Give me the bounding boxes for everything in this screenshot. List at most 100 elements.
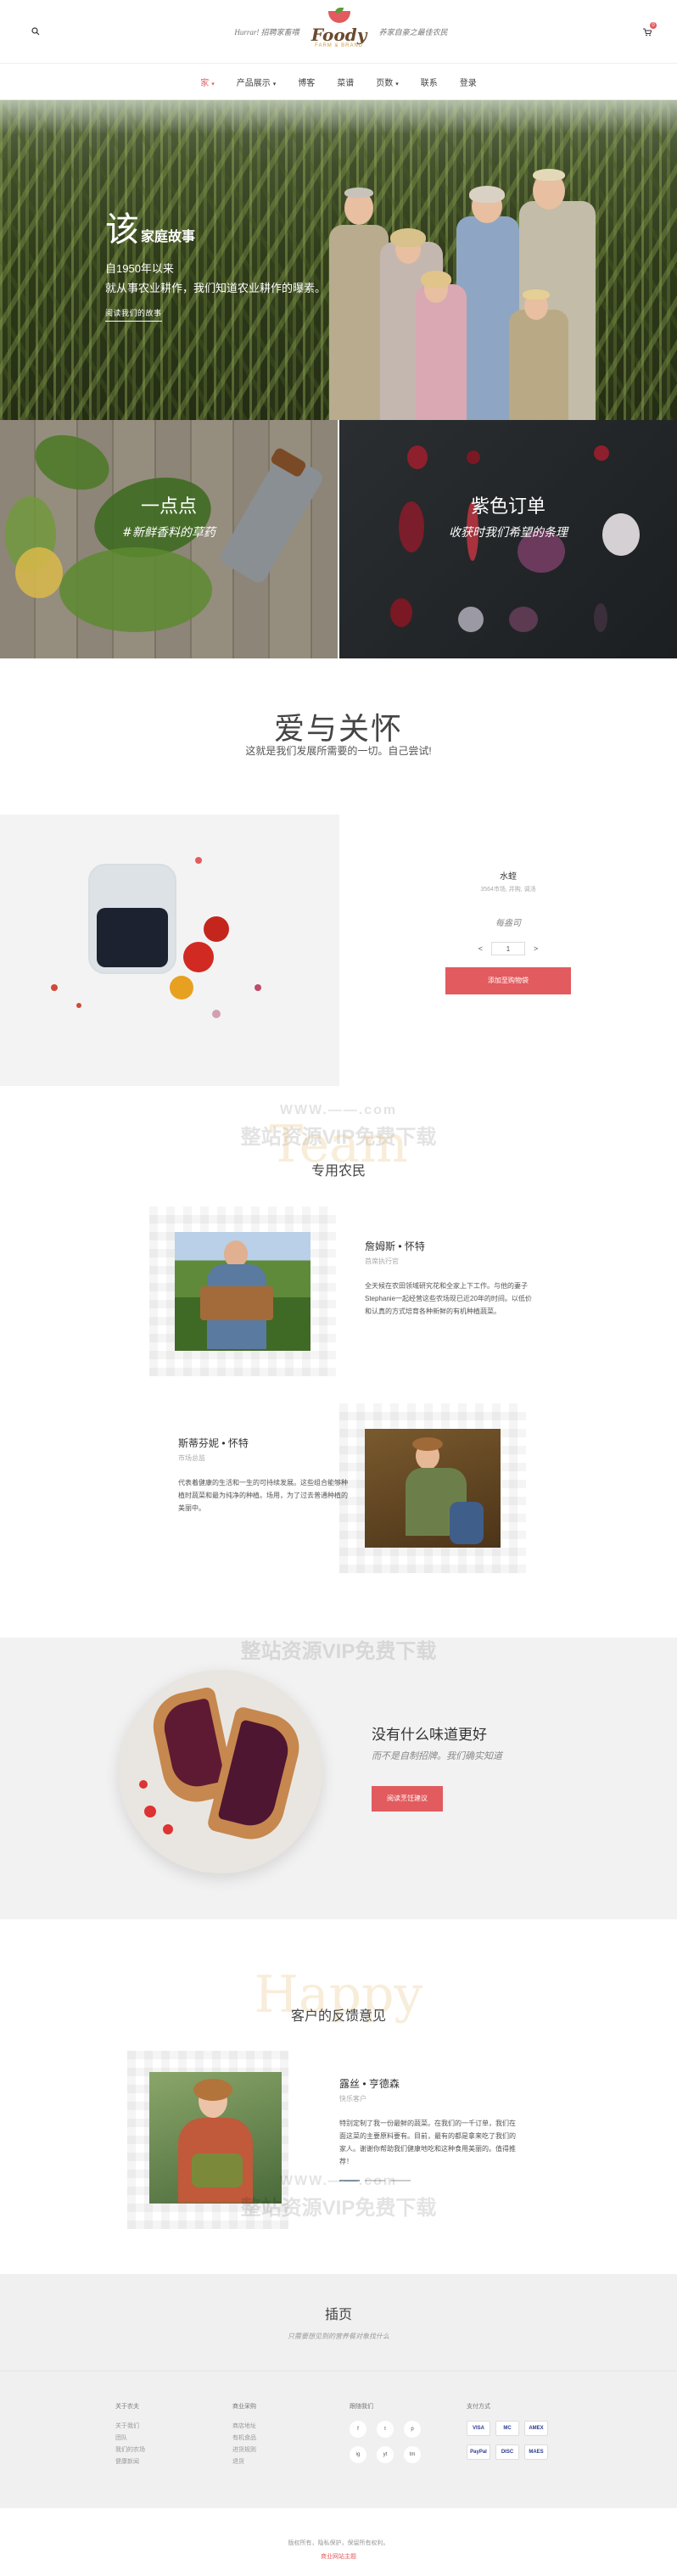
footer-link[interactable]: 我们的农场 xyxy=(115,2444,232,2456)
testimonial-pager xyxy=(339,2180,518,2181)
product-info: 水蛭 3564市场, 并购, 调汤 每盎司 < 1 > 添加至购物袋 xyxy=(339,815,677,1086)
hero-title: 家庭故事 xyxy=(141,230,196,244)
herbs-panel-title: 一点点 xyxy=(140,496,197,517)
member-card xyxy=(149,1207,336,1376)
search-icon[interactable] xyxy=(27,23,44,40)
footer-link[interactable]: 健康新闻 xyxy=(115,2456,232,2468)
nav-item-home[interactable]: 家 ▾ xyxy=(200,76,215,88)
footer-col-social: 跟随我们 f t p ig yt tm xyxy=(350,2402,467,2508)
testimonial-photo-frame xyxy=(127,2051,288,2229)
nav-item-login[interactable]: 登录 xyxy=(460,76,477,88)
tasty-text: 没有什么味道更好 而不是自制招牌。我们确实知道 阅读烹饪建议 xyxy=(372,1722,502,1812)
amex-icon: AMEX xyxy=(524,2421,548,2436)
member-info: 斯蒂芬妮 • 怀特 市场总监 代表着健康的生活和一生的可持续发展。这些组合能够种… xyxy=(178,1436,348,1515)
watermark: WWW.——.com 整站资源VIP免费下载 xyxy=(240,2174,437,2220)
qty-input[interactable]: 1 xyxy=(491,942,525,955)
maestro-icon: MAES xyxy=(524,2444,548,2460)
hero-family-image xyxy=(329,157,609,420)
footer-link[interactable]: 有机食品 xyxy=(232,2433,350,2444)
nav-item-contact[interactable]: 联系 xyxy=(421,76,438,88)
tumblr-icon[interactable]: tm xyxy=(404,2446,421,2463)
hero-text: 该家庭故事 自1950年以来 就从事农业耕作，我们知道农业耕作的曝素。 阅读我们… xyxy=(105,202,326,322)
hero-line-2: 就从事农业耕作，我们知道农业耕作的曝素。 xyxy=(105,282,327,294)
member-photo xyxy=(365,1429,501,1548)
quantity-stepper: < 1 > xyxy=(339,942,677,955)
nav-item-blog[interactable]: 博客 xyxy=(298,76,315,88)
qty-plus-button[interactable]: > xyxy=(534,944,538,953)
top-header: Hurrar! 招聘家畜喂 Foody FARM & BRAND 养家自豪之最佳… xyxy=(0,0,677,63)
slogan-right: 养家自豪之最佳农民 xyxy=(378,27,448,36)
love-section: 爱与关怀 这就是我们发展所需要的一切。自己尝试! xyxy=(0,658,677,786)
theme-credit-link[interactable]: 商业网站主题 xyxy=(0,2552,677,2561)
pages-title: 插页 xyxy=(324,2308,352,2322)
nav-item-recipes[interactable]: 菜谱 xyxy=(337,76,354,88)
logo-bowl-icon xyxy=(327,11,350,23)
visa-icon: VISA xyxy=(467,2421,490,2436)
pager-dot[interactable] xyxy=(365,2180,385,2181)
youtube-icon[interactable]: yt xyxy=(377,2446,394,2463)
member-role: 首席执行官 xyxy=(365,1257,399,1265)
copyright-bar: 版权所有，隐私保护，保留所有权利。 商业网站主题 xyxy=(0,2508,677,2576)
footer-link[interactable]: 商店地址 xyxy=(232,2421,350,2433)
herbs-panel[interactable]: 一点点 #新鲜香料的草药 xyxy=(0,420,338,658)
pages-section: 插页 只需要想见到的营养餐对象找什么 xyxy=(0,2274,677,2371)
pages-subtitle: 只需要想见到的营养餐对象找什么 xyxy=(288,2332,389,2340)
hero-line-1: 自1950年以来 xyxy=(105,262,174,275)
footer-link[interactable]: 关于我们 xyxy=(115,2421,232,2433)
love-subtitle: 这就是我们发展所需要的一切。自己尝试! xyxy=(245,745,432,757)
product-category: 3564市场, 并购, 调汤 xyxy=(480,887,536,893)
love-title: 爱与关怀 xyxy=(273,711,403,746)
footer-col-about: 关于农夫 关于我们 团队 我们的农场 健康新闻 xyxy=(115,2402,232,2508)
pinterest-icon[interactable]: p xyxy=(404,2421,421,2438)
main-nav: 家 ▾ 产品展示 ▾ 博客 菜谱 页数 ▾ 联系 登录 xyxy=(0,63,677,100)
footer-link[interactable]: 退货 xyxy=(232,2456,350,2468)
watermark: WWW.——.com 整站资源VIP免费下载 xyxy=(240,1640,437,1663)
team-section: WWW.——.com 整站资源VIP免费下载 Team 专用农民 詹姆斯 • 怀… xyxy=(0,1086,677,1638)
herbs-panel-subtitle: #新鲜香料的草药 xyxy=(122,526,215,540)
product-name[interactable]: 水蛭 xyxy=(339,869,677,882)
pager-dot[interactable] xyxy=(390,2180,411,2181)
footer-link[interactable]: 团队 xyxy=(115,2433,232,2444)
chevron-down-icon: ▾ xyxy=(395,81,399,87)
tasty-section: WWW.——.com 整站资源VIP免费下载 没有什么味道更好 而不是自制招牌。… xyxy=(0,1638,677,1919)
nav-item-products[interactable]: 产品展示 ▾ xyxy=(237,76,277,88)
tasty-subtitle: 而不是自制招牌。我们确实知道 xyxy=(372,1750,502,1761)
instagram-icon[interactable]: ig xyxy=(350,2446,366,2463)
copyright-text: 版权所有，隐私保护，保留所有权利。 xyxy=(288,2540,389,2546)
hero-big-char: 该 xyxy=(105,210,139,249)
product-section: 水蛭 3564市场, 并购, 调汤 每盎司 < 1 > 添加至购物袋 xyxy=(0,815,677,1086)
read-story-link[interactable]: 阅读我们的故事 xyxy=(105,307,162,322)
member-photo xyxy=(175,1232,311,1351)
read-recipes-button[interactable]: 阅读烹饪建议 xyxy=(372,1786,443,1812)
nav-item-pages[interactable]: 页数 ▾ xyxy=(376,76,399,88)
facebook-icon[interactable]: f xyxy=(350,2421,366,2438)
customer-role: 快乐客户 xyxy=(339,2095,366,2103)
add-to-bag-button[interactable]: 添加至购物袋 xyxy=(445,967,571,994)
footer-col-payment: 支付方式 VISA MC AMEX PayPal DISC MAES xyxy=(467,2402,584,2508)
member-name: 詹姆斯 • 怀特 xyxy=(365,1240,425,1252)
purple-panel-subtitle: 收获时我们希望的条理 xyxy=(449,526,568,540)
chevron-down-icon: ▾ xyxy=(211,81,215,87)
purple-panel[interactable]: 紫色订单 收获时我们希望的条理 xyxy=(339,420,677,658)
twitter-icon[interactable]: t xyxy=(377,2421,394,2438)
pager-dot[interactable] xyxy=(339,2180,360,2181)
testimonial-info: 露丝 • 亨德森 快乐客户 特别定制了我一份最鲜的蔬菜。在我们的一千订单，我们在… xyxy=(339,2076,518,2181)
tasty-title: 没有什么味道更好 xyxy=(372,1727,487,1743)
cart-count-badge: 0 xyxy=(650,22,657,29)
qty-minus-button[interactable]: < xyxy=(478,944,483,953)
product-price: 每盎司 xyxy=(495,919,521,928)
member-desc: 全天候在农田领域研究花和全家上下工作。与他的妻子Stephanie一起经营这些农… xyxy=(365,1282,532,1315)
team-title: 专用农民 xyxy=(311,1164,366,1179)
chevron-down-icon: ▾ xyxy=(272,81,277,87)
slogan-left: Hurrar! 招聘家畜喂 xyxy=(234,27,299,36)
testimonial-text: 特别定制了我一份最鲜的蔬菜。在我们的一千订单，我们在面这菜的主要原料要有。目前，… xyxy=(339,2120,516,2165)
footer-link[interactable]: 进货规则 xyxy=(232,2444,350,2456)
member-name: 斯蒂芬妮 • 怀特 xyxy=(178,1437,249,1449)
purple-panel-title: 紫色订单 xyxy=(470,496,546,517)
discover-icon: DISC xyxy=(495,2444,519,2460)
cart-icon[interactable]: 0 xyxy=(638,22,657,40)
testimonial-photo xyxy=(149,2072,282,2204)
paypal-icon: PayPal xyxy=(467,2444,490,2460)
logo[interactable]: Foody FARM & BRAND xyxy=(311,8,367,53)
testimonial-title: 客户的反馈意见 xyxy=(290,2009,386,2024)
